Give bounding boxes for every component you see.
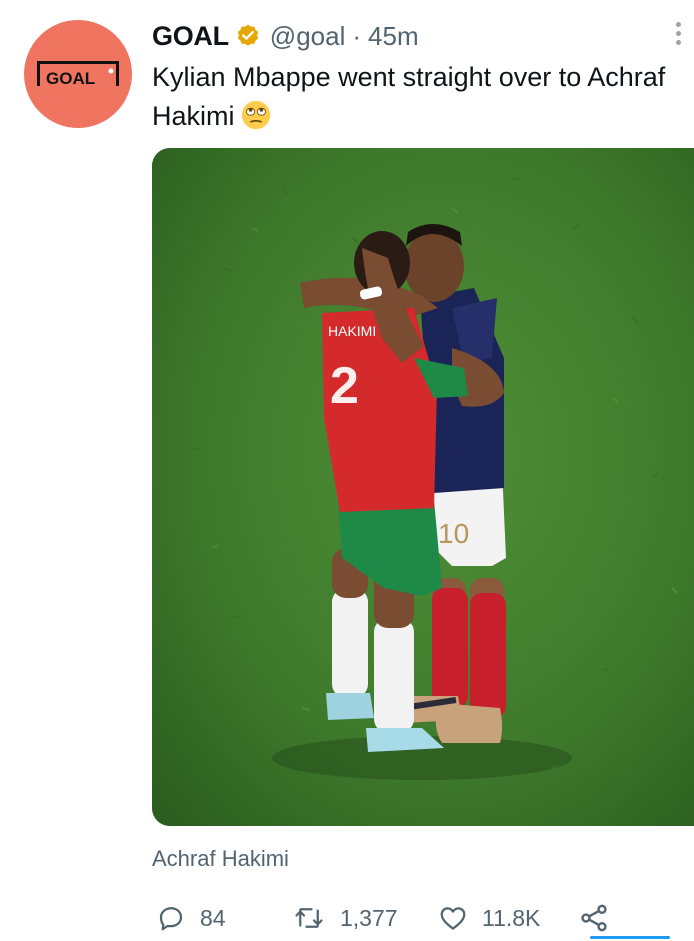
verified-badge-icon xyxy=(237,24,258,46)
tweet-text-content: Kylian Mbappe went straight over to Achr… xyxy=(152,62,666,131)
share-button[interactable] xyxy=(578,898,610,938)
more-options-icon[interactable] xyxy=(672,22,684,50)
tagged-user[interactable]: Achraf Hakimi xyxy=(152,846,289,872)
reply-icon xyxy=(159,907,183,931)
svg-text:HAKIMI: HAKIMI xyxy=(328,323,376,339)
retweet-icon xyxy=(295,908,323,928)
svg-text:10: 10 xyxy=(438,518,469,549)
goal-logo: GOAL xyxy=(37,61,119,88)
avatar[interactable]: GOAL xyxy=(24,20,132,128)
photo-image: 10 HAKIMI 2 xyxy=(152,148,694,826)
share-icon xyxy=(581,904,607,932)
scroll-indicator xyxy=(590,936,670,939)
tweet: GOAL GOAL @goal · 45m Kylian Mbappe went… xyxy=(0,0,694,941)
timestamp[interactable]: 45m xyxy=(368,21,419,52)
tweet-header: GOAL @goal · 45m xyxy=(152,18,419,54)
goal-logo-text: GOAL xyxy=(46,69,95,88)
retweet-button[interactable]: 1,377 xyxy=(292,898,398,938)
like-count: 11.8K xyxy=(482,904,541,931)
reply-count: 84 xyxy=(200,904,226,931)
tweet-actions: 84 1,377 11.8K xyxy=(152,898,692,938)
svg-text:2: 2 xyxy=(330,357,359,415)
heart-icon xyxy=(440,907,466,930)
like-button[interactable]: 11.8K xyxy=(438,898,540,938)
retweet-count: 1,377 xyxy=(340,904,398,931)
reply-button[interactable]: 84 xyxy=(156,898,226,938)
tweet-text: Kylian Mbappe went straight over to Achr… xyxy=(152,58,672,136)
handle[interactable]: @goal xyxy=(270,21,346,52)
face-with-rolling-eyes-emoji xyxy=(241,100,270,130)
tweet-media-photo[interactable]: 10 HAKIMI 2 xyxy=(152,148,694,826)
display-name[interactable]: GOAL xyxy=(152,21,229,52)
separator-dot: · xyxy=(352,20,362,51)
